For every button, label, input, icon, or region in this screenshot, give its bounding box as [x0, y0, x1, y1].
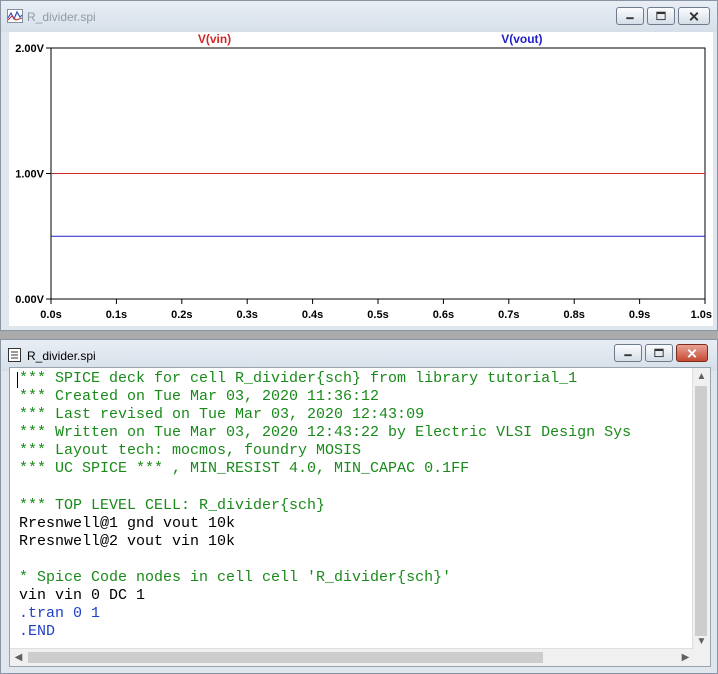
- netlist-line: vin vin 0 DC 1: [19, 587, 146, 605]
- netlist-line: *** Created on Tue Mar 03, 2020 11:36:12: [19, 388, 380, 406]
- netlist-line: .tran 0 1: [19, 605, 101, 623]
- vertical-scroll-thumb[interactable]: [695, 386, 707, 636]
- netlist-window: R_divider.spi *** SPICE deck for cell R_…: [0, 339, 718, 674]
- plot-minimize-button[interactable]: [616, 7, 644, 25]
- x-tick-label: 0.7s: [498, 309, 519, 321]
- horizontal-scrollbar[interactable]: ◀ ▶: [10, 648, 694, 666]
- scroll-left-icon[interactable]: ◀: [10, 649, 27, 666]
- legend-label: V(vout): [501, 32, 542, 46]
- netlist-line: * Spice Code nodes in cell cell 'R_divid…: [19, 569, 452, 587]
- plot-close-button[interactable]: [678, 7, 710, 25]
- waveform-chart: 0.00V 1.00V 2.00V 0.0s 0.1s 0.2s 0.3s 0.4s 0.5s 0…: [15, 32, 712, 321]
- legend-label: V(vin): [198, 32, 231, 46]
- close-icon: [689, 12, 699, 21]
- plot-maximize-button[interactable]: [647, 7, 675, 25]
- x-tick-label: 0.4s: [302, 309, 323, 321]
- netlist-file-icon: [8, 348, 21, 362]
- x-tick-label: 0.2s: [171, 309, 192, 321]
- y-tick-label: 1.00V: [15, 169, 44, 181]
- scroll-right-icon[interactable]: ▶: [677, 649, 694, 666]
- netlist-code[interactable]: *** SPICE deck for cell R_divider{sch} f…: [19, 370, 631, 641]
- minimize-icon: [626, 17, 634, 20]
- netlist-line: *** Layout tech: mocmos, foundry MOSIS: [19, 442, 362, 460]
- maximize-icon: [654, 348, 664, 358]
- x-tick-label: 0.8s: [563, 309, 584, 321]
- netlist-line: *** Last revised on Tue Mar 03, 2020 12:…: [19, 406, 425, 424]
- scrollbar-corner: [693, 649, 710, 666]
- netlist-close-button[interactable]: [676, 344, 708, 362]
- netlist-line: *** TOP LEVEL CELL: R_divider{sch}: [19, 496, 326, 514]
- waveform-icon: [7, 9, 23, 23]
- netlist-window-title: R_divider.spi: [27, 349, 96, 363]
- netlist-line: *** UC SPICE *** , MIN_RESIST 4.0, MIN_C…: [19, 460, 470, 478]
- plot-window-titlebar[interactable]: R_divider.spi: [1, 1, 717, 32]
- plot-window: R_divider.spi 0.00V 1.00V 2.00V 0.0s 0.1s 0.2…: [0, 0, 718, 331]
- plot-window-title: R_divider.spi: [27, 10, 96, 24]
- x-tick-label: 0.1s: [106, 309, 127, 321]
- netlist-text-editor[interactable]: *** SPICE deck for cell R_divider{sch} f…: [9, 367, 711, 667]
- minimize-icon: [624, 354, 632, 357]
- x-tick-label: 0.9s: [629, 309, 650, 321]
- netlist-line: .END: [19, 623, 56, 641]
- x-tick-label: 0.3s: [236, 309, 257, 321]
- vertical-scrollbar[interactable]: ▲ ▼: [692, 368, 710, 650]
- netlist-line: [19, 479, 631, 497]
- y-tick-label: 0.00V: [15, 294, 44, 306]
- close-icon: [687, 349, 697, 358]
- x-tick-label: 1.0s: [691, 309, 712, 321]
- netlist-minimize-button[interactable]: [614, 344, 642, 362]
- netlist-line: Rresnwell@2 vout vin 10k: [19, 532, 236, 550]
- scroll-up-icon[interactable]: ▲: [693, 368, 710, 385]
- horizontal-scroll-thumb[interactable]: [28, 652, 543, 663]
- x-tick-label: 0.6s: [433, 309, 454, 321]
- netlist-line: Rresnwell@1 gnd vout 10k: [19, 514, 236, 532]
- scroll-down-icon[interactable]: ▼: [693, 633, 710, 650]
- text-caret: [17, 372, 18, 388]
- netlist-line: *** SPICE deck for cell R_divider{sch} f…: [19, 370, 578, 387]
- waveform-plot[interactable]: 0.00V 1.00V 2.00V 0.0s 0.1s 0.2s 0.3s 0.4s 0.5s 0…: [9, 32, 713, 326]
- maximize-icon: [656, 11, 666, 21]
- x-tick-label: 0.0s: [40, 309, 61, 321]
- x-tick-label: 0.5s: [367, 309, 388, 321]
- netlist-line: [19, 551, 631, 569]
- y-tick-label: 2.00V: [15, 43, 44, 55]
- netlist-line: *** Written on Tue Mar 03, 2020 12:43:22…: [19, 424, 632, 442]
- netlist-maximize-button[interactable]: [645, 344, 673, 362]
